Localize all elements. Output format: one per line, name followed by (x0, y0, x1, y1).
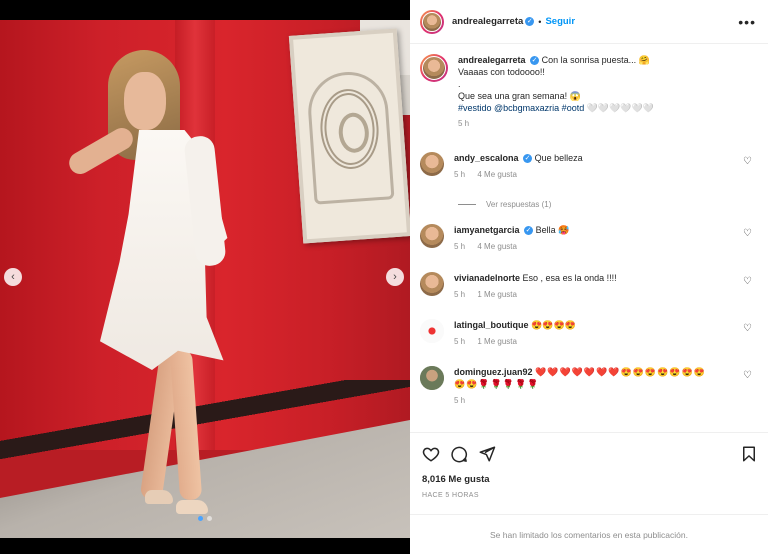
comment-item: dominguez.juan92 ❤️❤️❤️❤️❤️❤️❤️😍😍😍😍😍😍😍 😍… (420, 366, 760, 407)
author-username[interactable]: andrealegarreta (452, 16, 523, 27)
replies-divider (458, 204, 476, 205)
comment-time: 5 h (454, 337, 466, 346)
comment-likes[interactable]: 1 Me gusta (477, 337, 517, 346)
view-replies-label[interactable]: Ver respuestas (1) (486, 200, 551, 209)
comment-username[interactable]: vivianadelnorte (454, 273, 520, 283)
post-side-panel: andrealegarreta ✓ • Seguir ••• andrealeg… (410, 0, 768, 554)
view-replies-button[interactable]: Ver respuestas (1) (458, 200, 551, 209)
caption-text-line2: Vaaaas con todoooo!! (458, 67, 545, 77)
posted-time: HACE 5 HORAS (422, 492, 479, 499)
caption-avatar[interactable] (420, 54, 448, 82)
comment-item: iamyanetgarcia ✓ Bella 🥵 5 h 4 Me gusta … (420, 224, 760, 253)
comment-time: 5 h (454, 242, 466, 251)
comment-avatar[interactable] (420, 366, 444, 390)
carousel-dots (0, 516, 410, 521)
comment-like-heart-icon[interactable]: ♡ (743, 228, 752, 239)
carousel-next-button[interactable]: › (386, 268, 404, 286)
caption-text-line4: Que sea una gran semana! 😱 (458, 91, 581, 101)
caption-text-line3: . (458, 79, 461, 89)
comment-like-heart-icon[interactable]: ♡ (743, 276, 752, 287)
comment-time: 5 h (454, 170, 466, 179)
comment-likes[interactable]: 4 Me gusta (477, 242, 517, 251)
shoe-right (176, 500, 208, 514)
heart-icon[interactable] (422, 445, 440, 463)
post-action-bar (410, 432, 768, 474)
more-options-icon[interactable]: ••• (738, 14, 756, 30)
comment-username[interactable]: andy_escalona (454, 153, 519, 163)
verified-badge-icon: ✓ (524, 226, 534, 236)
post-photo[interactable] (0, 20, 410, 538)
follow-button[interactable]: Seguir (545, 16, 575, 27)
comments-limited-notice: Se han limitado los comentarios en esta … (410, 514, 768, 554)
likes-count[interactable]: 8,016 Me gusta (422, 474, 490, 485)
comment-avatar[interactable] (420, 152, 444, 176)
comment-likes[interactable]: 1 Me gusta (477, 290, 517, 299)
comment-text: Eso , esa es la onda !!!! (522, 273, 617, 283)
comment-text: ❤️❤️❤️❤️❤️❤️❤️😍😍😍😍😍😍😍 (535, 367, 706, 377)
carousel-prev-button[interactable]: ‹ (4, 268, 22, 286)
photo-wall-art (288, 28, 410, 244)
comment-time: 5 h (454, 396, 466, 405)
comment-item: andy_escalona ✓ Que belleza 5 h 4 Me gus… (420, 152, 760, 181)
comment-text: 😍😍😍😍 (531, 320, 576, 330)
caption-hashtags[interactable]: #vestido @bcbgmaxazria #ootd 🤍🤍🤍🤍🤍🤍 (458, 102, 654, 114)
comment-like-heart-icon[interactable]: ♡ (743, 156, 752, 167)
comment-icon[interactable] (450, 445, 468, 463)
chevron-right-icon: › (393, 271, 397, 283)
comment-username[interactable]: dominguez.juan92 (454, 367, 533, 377)
comment-username[interactable]: iamyanetgarcia (454, 225, 520, 235)
author-avatar[interactable] (420, 9, 444, 34)
wall-art-window (305, 69, 395, 205)
bookmark-icon[interactable] (740, 445, 758, 463)
likes-count-label[interactable]: 8,016 Me gusta (422, 474, 490, 485)
comment-text: Bella 🥵 (535, 225, 570, 235)
share-icon[interactable] (478, 445, 496, 463)
comment-avatar[interactable] (420, 319, 444, 343)
comment-likes[interactable]: 4 Me gusta (477, 170, 517, 179)
comments-list[interactable]: andrealegarreta ✓ Con la sonrisa puesta.… (410, 44, 768, 432)
post-caption: andrealegarreta ✓ Con la sonrisa puesta.… (420, 54, 750, 130)
comment-avatar[interactable] (420, 224, 444, 248)
verified-badge-icon: ✓ (523, 154, 533, 164)
post-media-panel: ‹ › (0, 0, 410, 554)
caption-time: 5 h (458, 119, 470, 128)
header-separator: • (538, 16, 542, 27)
comment-text: Que belleza (534, 153, 583, 163)
comment-time: 5 h (454, 290, 466, 299)
comment-like-heart-icon[interactable]: ♡ (743, 370, 752, 381)
comment-like-heart-icon[interactable]: ♡ (743, 323, 752, 334)
post-header: andrealegarreta ✓ • Seguir ••• (410, 0, 768, 44)
comment-item: vivianadelnorte Eso , esa es la onda !!!… (420, 272, 760, 301)
wall-art-rosette (317, 87, 382, 171)
caption-username[interactable]: andrealegarreta (458, 55, 526, 65)
shoe-left (145, 490, 173, 504)
verified-badge-icon: ✓ (530, 56, 540, 66)
verified-badge-icon: ✓ (525, 17, 535, 26)
comment-username[interactable]: latingal_boutique (454, 320, 529, 330)
comment-item: latingal_boutique 😍😍😍😍 5 h 1 Me gusta ♡ (420, 319, 760, 348)
comment-avatar[interactable] (420, 272, 444, 296)
carousel-dot-active (198, 516, 203, 521)
chevron-left-icon: ‹ (11, 271, 15, 283)
carousel-dot (207, 516, 212, 521)
comment-text-continued: 😍😍🌹🌹🌹🌹🌹 (454, 379, 540, 389)
caption-text-line1: Con la sonrisa puesta... 🤗 (541, 55, 650, 65)
person-face (124, 72, 166, 130)
